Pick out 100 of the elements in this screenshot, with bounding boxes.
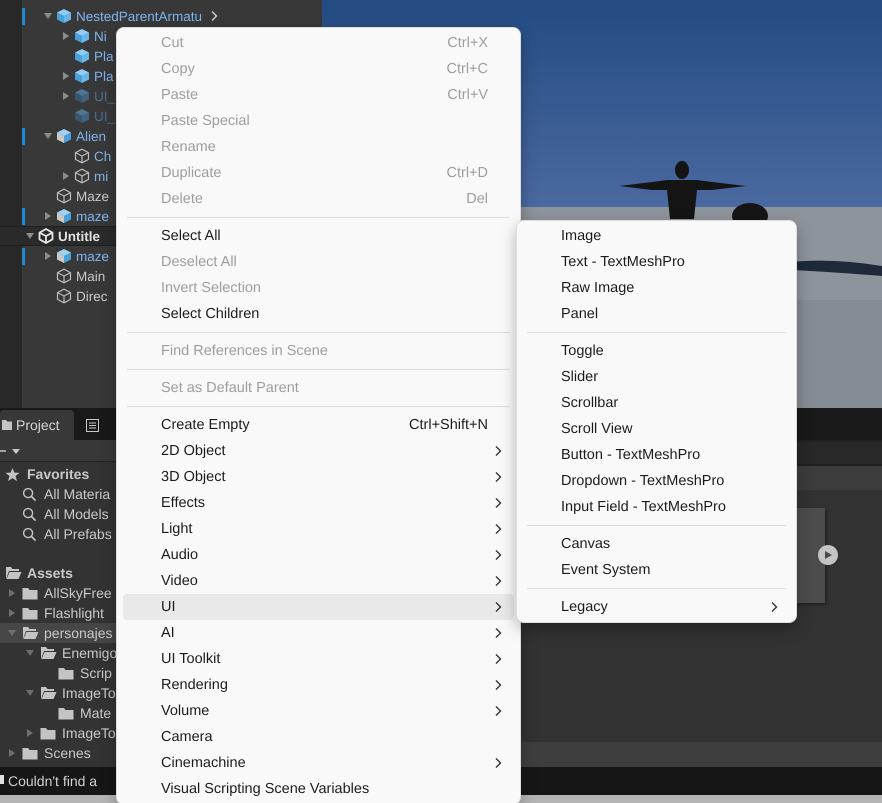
cube-icon xyxy=(74,48,90,64)
disclosure-arrow-icon[interactable] xyxy=(7,628,17,638)
project-item[interactable]: ImageTo xyxy=(62,685,116,701)
hierarchy-item[interactable]: Ch xyxy=(94,148,112,164)
disclosure-arrow-icon[interactable] xyxy=(61,91,71,101)
open-folder-icon xyxy=(5,566,22,580)
tab[interactable]: Project xyxy=(0,410,74,440)
project-item[interactable]: personajes xyxy=(44,625,112,641)
section-heading[interactable]: Assets xyxy=(27,565,73,581)
shortcut-label: Ctrl+X xyxy=(447,35,488,51)
menu-item[interactable]: Canvas xyxy=(523,531,790,557)
disclosure-arrow-icon[interactable] xyxy=(43,211,53,221)
search-icon xyxy=(22,506,37,522)
hierarchy-item[interactable]: maze xyxy=(76,208,110,224)
cube-icon xyxy=(74,68,90,84)
menu-item[interactable]: Toggle xyxy=(523,338,790,364)
menu-item[interactable]: Volume xyxy=(123,698,514,724)
project-item[interactable]: All Models xyxy=(44,506,109,522)
menu-item[interactable]: Rendering xyxy=(123,672,514,698)
project-item[interactable]: AllSkyFree xyxy=(44,585,112,601)
disclosure-arrow-icon[interactable] xyxy=(61,31,71,41)
disclosure-arrow-icon[interactable] xyxy=(7,608,17,618)
menu-item[interactable]: Raw Image xyxy=(523,275,790,301)
status-message: Couldn't find a xyxy=(8,773,98,789)
menu-item[interactable]: UI Toolkit xyxy=(123,646,514,672)
menu-item[interactable]: Camera xyxy=(123,724,514,750)
caret-icon xyxy=(11,446,21,454)
hierarchy-item[interactable]: Alien xyxy=(76,128,106,144)
hierarchy-item[interactable]: Pla xyxy=(94,48,114,64)
disclosure-arrow-icon[interactable] xyxy=(43,251,53,261)
menu-item[interactable]: Scroll View xyxy=(523,416,790,442)
menu-item[interactable]: Select Children xyxy=(123,301,514,327)
menu-item[interactable]: Dropdown - TextMeshPro xyxy=(523,468,790,494)
hierarchy-item[interactable]: Main xyxy=(76,268,106,284)
disclosure-arrow-icon[interactable] xyxy=(43,131,53,141)
menu-item[interactable]: Scrollbar xyxy=(523,390,790,416)
wire-cube-icon xyxy=(56,188,72,204)
menu-item[interactable]: UI xyxy=(123,594,514,620)
cube-icon xyxy=(74,88,90,104)
disclosure-arrow-icon[interactable] xyxy=(43,11,53,21)
disclosure-arrow-icon[interactable] xyxy=(25,688,35,698)
folder-icon xyxy=(22,746,38,760)
chevron-right-icon[interactable] xyxy=(210,10,218,22)
disclosure-arrow-icon[interactable] xyxy=(61,71,71,81)
hierarchy-item[interactable]: Pla xyxy=(94,68,114,84)
folder-icon xyxy=(22,586,38,600)
hierarchy-item[interactable]: Direc xyxy=(76,288,108,304)
scene-name[interactable]: Untitle xyxy=(58,228,100,244)
menu-item[interactable]: Video xyxy=(123,568,514,594)
open-folder-icon xyxy=(40,686,57,700)
cube-icon xyxy=(56,248,72,264)
menu-item[interactable]: Legacy xyxy=(523,594,790,620)
menu-item[interactable]: Visual Scripting Scene Variables xyxy=(123,776,514,802)
shortcut-label: Ctrl+C xyxy=(446,61,488,77)
hierarchy-item[interactable]: maze xyxy=(76,248,110,264)
menu-item[interactable]: Effects xyxy=(123,490,514,516)
search-icon xyxy=(22,526,37,542)
menu-item[interactable]: 3D Object xyxy=(123,464,514,490)
project-item[interactable]: Mate xyxy=(80,705,112,721)
disclosure-arrow-icon[interactable] xyxy=(25,728,35,738)
menu-item[interactable]: Cinemachine xyxy=(123,750,514,776)
menu-item[interactable]: 2D Object xyxy=(123,438,514,464)
menu-item[interactable]: Input Field - TextMeshPro xyxy=(523,494,790,520)
cube-icon xyxy=(56,208,72,224)
open-folder-icon xyxy=(22,626,39,640)
disclosure-arrow-icon[interactable] xyxy=(25,231,35,241)
disclosure-arrow-icon[interactable] xyxy=(7,748,17,758)
hierarchy-item[interactable]: Ni xyxy=(94,28,107,44)
menu-item[interactable]: Audio xyxy=(123,542,514,568)
message-icon xyxy=(0,775,4,787)
menu-item[interactable]: Light xyxy=(123,516,514,542)
project-item[interactable]: Scenes xyxy=(44,745,91,761)
menu-item[interactable]: Button - TextMeshPro xyxy=(523,442,790,468)
scene-icon xyxy=(38,228,54,244)
menu-item[interactable]: Text - TextMeshPro xyxy=(523,249,790,275)
disclosure-arrow-icon[interactable] xyxy=(61,171,71,181)
disclosure-arrow-icon[interactable] xyxy=(25,648,35,658)
disclosure-arrow-icon[interactable] xyxy=(7,588,17,598)
menu-item[interactable]: AI xyxy=(123,620,514,646)
menu-item[interactable]: Select All xyxy=(123,223,514,249)
project-item[interactable]: ImageTo xyxy=(62,725,116,741)
section-heading[interactable]: Favorites xyxy=(27,466,90,482)
hierarchy-item[interactable]: NestedParentArmatu xyxy=(76,8,202,24)
hierarchy-item[interactable]: Maze xyxy=(76,188,110,204)
wire-cube-icon xyxy=(56,268,72,284)
play-button[interactable] xyxy=(818,545,838,565)
menu-item[interactable]: Event System xyxy=(523,557,790,583)
menu-item[interactable]: Slider xyxy=(523,364,790,390)
project-item[interactable]: All Prefabs xyxy=(44,526,112,542)
wire-cube-icon xyxy=(74,148,90,164)
menu-item[interactable]: Create Empty Ctrl+Shift+N xyxy=(123,412,514,438)
menu-item[interactable]: Panel xyxy=(523,301,790,327)
project-item[interactable]: All Materia xyxy=(44,486,110,502)
menu-item[interactable]: Image xyxy=(523,223,790,249)
project-item[interactable]: Scrip xyxy=(80,665,112,681)
project-item[interactable]: Flashlight xyxy=(44,605,104,621)
cube-icon xyxy=(56,128,72,144)
project-item[interactable]: Enemigo xyxy=(62,645,118,661)
play-icon xyxy=(823,550,833,560)
hierarchy-item[interactable]: mi xyxy=(94,168,108,184)
